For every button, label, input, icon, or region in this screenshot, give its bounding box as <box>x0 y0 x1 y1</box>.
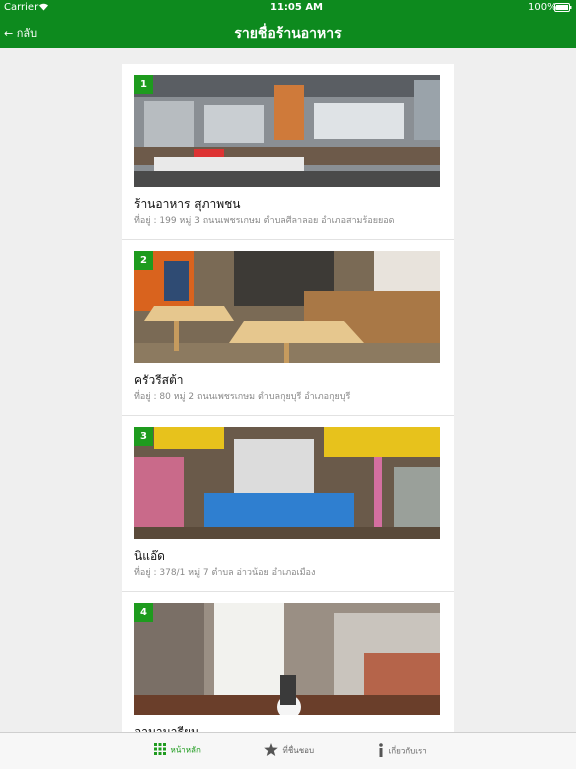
restaurant-card[interactable]: 3 นิแอ๊ด ที่อยู่ : 378/1 หมู่ 7 ตำบล อ่า… <box>122 416 454 592</box>
tab-favorites[interactable]: ที่ชื่นชอบ <box>264 743 314 758</box>
navigation-bar: ← กลับ รายชื่อร้านอาหาร <box>0 16 576 48</box>
restaurant-photo: 4 <box>134 603 440 715</box>
restaurant-list-view[interactable]: 1 ร้านอาหาร สุภาพชน ที่อยู่ : 199 หมู่ 3… <box>0 48 576 732</box>
index-badge: 1 <box>134 75 153 94</box>
index-badge: 2 <box>134 251 153 270</box>
tab-home[interactable]: หน้าหลัก <box>154 743 201 757</box>
restaurant-address: ที่อยู่ : 378/1 หมู่ 7 ตำบล อ่าวน้อย อำเ… <box>134 568 316 578</box>
grid-icon <box>154 743 166 757</box>
restaurant-photo: 2 <box>134 251 440 363</box>
index-badge: 4 <box>134 603 153 622</box>
carrier-label: Carrier <box>4 2 39 13</box>
restaurant-card[interactable]: 2 ครัวรีสต้า ที่อยู่ : 80 หมู่ 2 ถนนเพชร… <box>122 240 454 416</box>
page-title: รายชื่อร้านอาหาร <box>234 26 342 42</box>
wifi-icon <box>38 2 49 14</box>
status-time: 11:05 AM <box>270 2 324 13</box>
restaurant-name: ร้านอาหาร สุภาพชน <box>134 197 241 211</box>
restaurant-name: ครัวรีสต้า <box>134 373 184 387</box>
star-icon <box>264 743 278 758</box>
restaurant-card[interactable]: 4 อามานารียน <box>122 592 454 732</box>
tab-favorites-label: ที่ชื่นชอบ <box>282 746 315 755</box>
tab-about-label: เกี่ยวกับเรา <box>388 746 427 756</box>
tab-home-label: หน้าหลัก <box>170 745 201 755</box>
tab-bar: หน้าหลัก ที่ชื่นชอบ เกี่ยวกับเรา <box>0 732 576 769</box>
restaurant-address: ที่อยู่ : 199 หมู่ 3 ถนนเพชรเกษม ตำบลศีล… <box>134 216 395 226</box>
restaurant-photo: 3 <box>134 427 440 539</box>
restaurant-card[interactable]: 1 ร้านอาหาร สุภาพชน ที่อยู่ : 199 หมู่ 3… <box>122 64 454 240</box>
restaurant-photo: 1 <box>134 75 440 187</box>
battery-label: 100% <box>528 2 557 13</box>
restaurant-address: ที่อยู่ : 80 หมู่ 2 ถนนเพชรเกษม ตำบลกุยบ… <box>134 392 351 402</box>
index-badge: 3 <box>134 427 153 446</box>
tab-about[interactable]: เกี่ยวกับเรา <box>378 743 427 759</box>
battery-icon <box>554 3 572 15</box>
restaurant-list: 1 ร้านอาหาร สุภาพชน ที่อยู่ : 199 หมู่ 3… <box>122 64 454 732</box>
restaurant-name: นิแอ๊ด <box>134 549 165 563</box>
restaurant-name: อามานารียน <box>134 725 200 732</box>
status-bar: Carrier 11:05 AM 100% <box>0 0 576 16</box>
info-icon <box>378 743 384 759</box>
